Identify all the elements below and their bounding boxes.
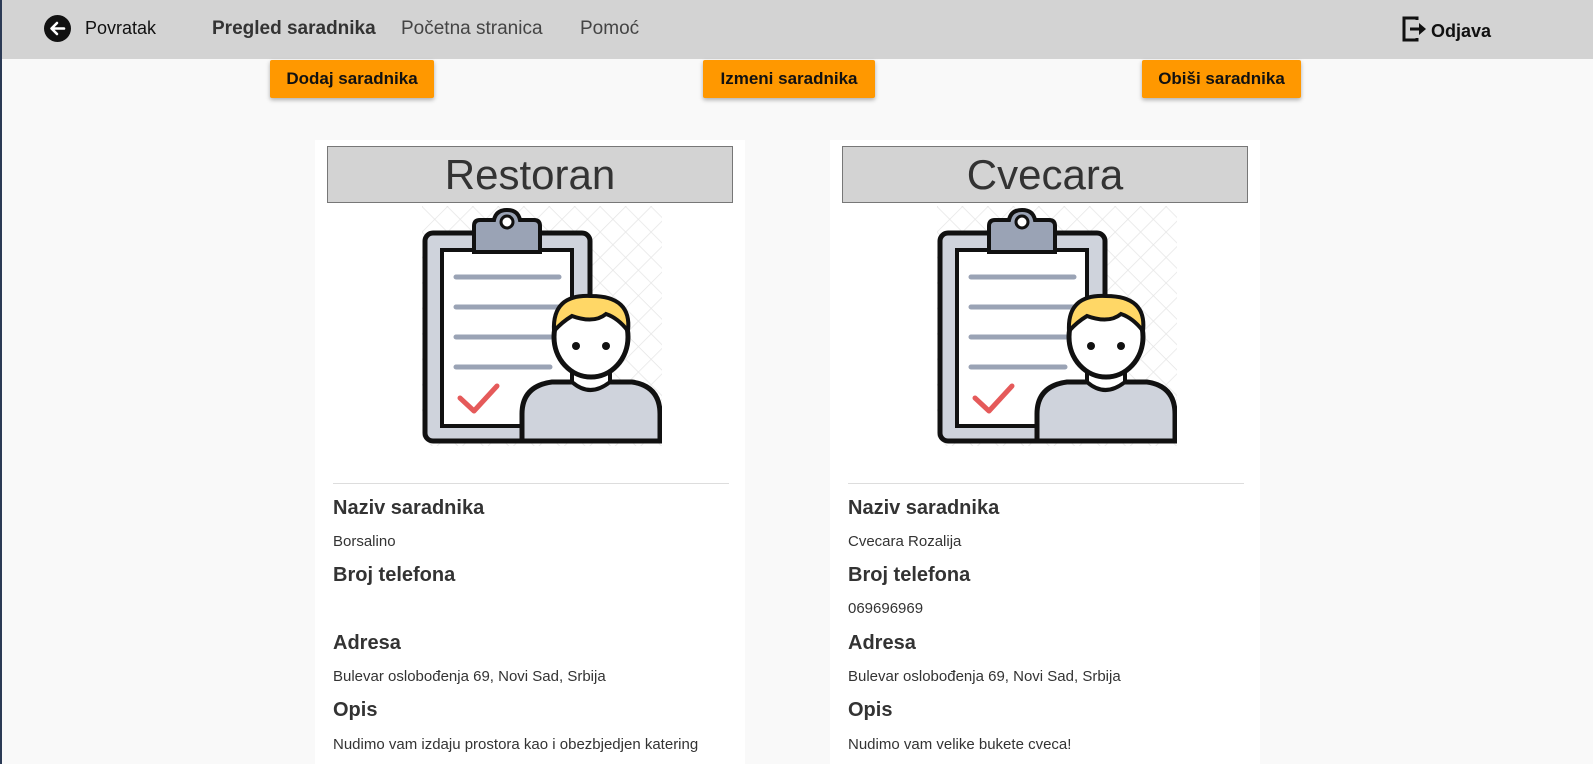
divider <box>333 483 729 484</box>
nav-link-pocetna-stranica[interactable]: Početna stranica <box>401 18 543 40</box>
logout-label: Odjava <box>1431 21 1492 41</box>
clipboard-person-icon <box>937 206 1177 446</box>
phone-value: 069696969 <box>848 600 924 617</box>
back-button[interactable]: Povratak <box>44 15 156 42</box>
clipboard-person-icon <box>422 206 662 446</box>
delete-collaborator-button[interactable]: Obiši saradnika <box>1142 60 1301 98</box>
description-value: Nudimo vam izdaju prostora kao i obezbje… <box>333 736 699 753</box>
add-collaborator-button[interactable]: Dodaj saradnika <box>270 60 434 98</box>
logout-icon <box>1401 15 1429 48</box>
back-label: Povratak <box>85 18 157 38</box>
address-label: Adresa <box>333 632 401 654</box>
name-label: Naziv saradnika <box>848 497 1000 519</box>
description-label: Opis <box>848 699 893 721</box>
description-value: Nudimo vam velike bukete cveca! <box>848 736 1072 753</box>
description-label: Opis <box>333 699 378 721</box>
phone-label: Broj telefona <box>848 564 971 586</box>
address-label: Adresa <box>848 632 916 654</box>
nav-link-pomoc[interactable]: Pomoć <box>580 18 639 40</box>
arrow-left-icon <box>44 15 71 42</box>
name-value: Borsalino <box>333 533 396 550</box>
edit-collaborator-button[interactable]: Izmeni saradnika <box>703 60 875 98</box>
phone-label: Broj telefona <box>333 564 456 586</box>
divider <box>848 483 1244 484</box>
top-navbar: Povratak Pregled saradnika Početna stran… <box>2 0 1593 59</box>
name-label: Naziv saradnika <box>333 497 485 519</box>
card-title: Cvecara <box>842 146 1248 203</box>
name-value: Cvecara Rozalija <box>848 533 962 550</box>
logout-button[interactable]: Odjava <box>1401 15 1491 48</box>
card-title: Restoran <box>327 146 733 203</box>
nav-link-pregled-saradnika[interactable]: Pregled saradnika <box>212 18 376 40</box>
collaborator-card[interactable]: Restoran Naziv saradnika Borsalino Broj … <box>315 140 745 764</box>
collaborator-card[interactable]: Cvecara Naziv saradnika Cvecara Rozalija… <box>830 140 1260 764</box>
address-value: Bulevar oslobođenja 69, Novi Sad, Srbija <box>848 668 1121 685</box>
address-value: Bulevar oslobođenja 69, Novi Sad, Srbija <box>333 668 606 685</box>
